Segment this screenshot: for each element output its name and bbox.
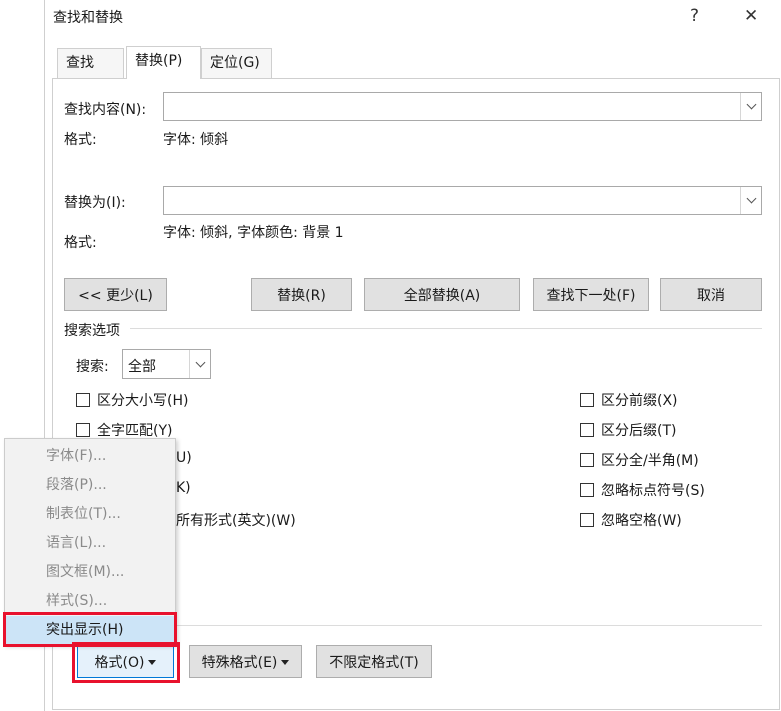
checkbox-label: 忽略空格(W) xyxy=(601,513,682,529)
format-button-label: 格式(O) xyxy=(94,654,145,671)
format-dropdown-menu: 字体(F)... 段落(P)... 制表位(T)... 语言(L)... 图文框… xyxy=(4,438,176,645)
search-scope-chevron-icon[interactable] xyxy=(189,350,210,378)
search-options-title: 搜索选项 xyxy=(64,323,120,339)
menu-item-style[interactable]: 样式(S)... xyxy=(6,587,174,615)
menu-item-paragraph[interactable]: 段落(P)... xyxy=(6,471,174,499)
replace-label: 替换为(I): xyxy=(64,195,126,211)
checkbox-label: U) xyxy=(176,450,192,466)
checkbox-label: 区分全/半角(M) xyxy=(601,453,699,469)
find-input[interactable] xyxy=(163,92,762,121)
menu-item-frame[interactable]: 图文框(M)... xyxy=(6,558,174,586)
menu-item-language[interactable]: 语言(L)... xyxy=(6,529,174,557)
special-format-button[interactable]: 特殊格式(E) xyxy=(189,645,302,678)
checkbox-label: 所有形式(英文)(W) xyxy=(176,513,296,529)
checkbox-sounds-like[interactable]: K) xyxy=(176,480,191,496)
checkbox-icon[interactable] xyxy=(580,483,594,497)
checkbox-label: 区分前缀(X) xyxy=(601,393,678,409)
find-dropdown-chevron-icon[interactable] xyxy=(740,93,761,120)
special-format-button-label: 特殊格式(E) xyxy=(201,654,278,671)
checkbox-wildcards[interactable]: U) xyxy=(176,450,192,466)
tab-goto[interactable]: 定位(G) xyxy=(201,48,272,78)
checkbox-icon[interactable] xyxy=(76,393,90,407)
checkbox-icon[interactable] xyxy=(76,423,90,437)
checkbox-label: 区分后缀(T) xyxy=(601,423,677,439)
replace-format-label: 格式: xyxy=(64,235,97,251)
menu-item-font[interactable]: 字体(F)... xyxy=(6,442,174,470)
search-options-divider xyxy=(130,328,762,329)
checkbox-match-case[interactable]: 区分大小写(H) xyxy=(76,390,188,410)
search-scope-select[interactable]: 全部 xyxy=(122,349,211,379)
checkbox-ignore-punctuation[interactable]: 忽略标点符号(S) xyxy=(580,480,705,500)
checkbox-label: 全字匹配(Y) xyxy=(97,423,173,439)
checkbox-ignore-whitespace[interactable]: 忽略空格(W) xyxy=(580,510,682,530)
search-scope-value: 全部 xyxy=(128,359,156,375)
caret-down-icon xyxy=(148,660,157,665)
caret-down-icon xyxy=(281,660,290,665)
checkbox-all-word-forms[interactable]: 所有形式(英文)(W) xyxy=(176,510,296,530)
find-format-label: 格式: xyxy=(64,132,97,148)
checkbox-icon[interactable] xyxy=(580,513,594,527)
find-next-button[interactable]: 查找下一处(F) xyxy=(533,278,649,311)
replace-format-value: 字体: 倾斜, 字体颜色: 背景 1 xyxy=(163,225,344,241)
menu-item-tabs[interactable]: 制表位(T)... xyxy=(6,500,174,528)
checkbox-label: 区分大小写(H) xyxy=(97,393,189,409)
checkbox-label: 忽略标点符号(S) xyxy=(601,483,705,499)
tab-replace[interactable]: 替换(P) xyxy=(126,46,201,79)
find-label: 查找内容(N): xyxy=(64,102,147,118)
checkbox-icon[interactable] xyxy=(580,453,594,467)
find-format-value: 字体: 倾斜 xyxy=(163,132,229,148)
menu-item-highlight[interactable]: 突出显示(H) xyxy=(6,616,174,644)
replace-all-button[interactable]: 全部替换(A) xyxy=(364,278,520,311)
no-formatting-button[interactable]: 不限定格式(T) xyxy=(316,645,432,678)
checkbox-match-suffix[interactable]: 区分后缀(T) xyxy=(580,420,676,440)
search-scope-label: 搜索: xyxy=(76,359,109,375)
replace-button[interactable]: 替换(R) xyxy=(251,278,352,311)
help-button[interactable]: ? xyxy=(690,6,699,26)
replace-input[interactable] xyxy=(163,186,762,215)
format-button[interactable]: 格式(O) xyxy=(77,645,174,678)
checkbox-label: K) xyxy=(176,480,191,496)
dialog-title: 查找和替换 xyxy=(53,10,123,26)
checkbox-match-prefix[interactable]: 区分前缀(X) xyxy=(580,390,678,410)
less-button[interactable]: << 更少(L) xyxy=(64,278,167,311)
cancel-button[interactable]: 取消 xyxy=(660,278,762,311)
checkbox-match-width[interactable]: 区分全/半角(M) xyxy=(580,450,699,470)
checkbox-icon[interactable] xyxy=(580,423,594,437)
tab-find[interactable]: 查找(D) xyxy=(57,48,124,100)
checkbox-whole-word[interactable]: 全字匹配(Y) xyxy=(76,420,172,440)
replace-dropdown-chevron-icon[interactable] xyxy=(740,187,761,214)
close-button[interactable]: ✕ xyxy=(744,6,758,26)
checkbox-icon[interactable] xyxy=(580,393,594,407)
